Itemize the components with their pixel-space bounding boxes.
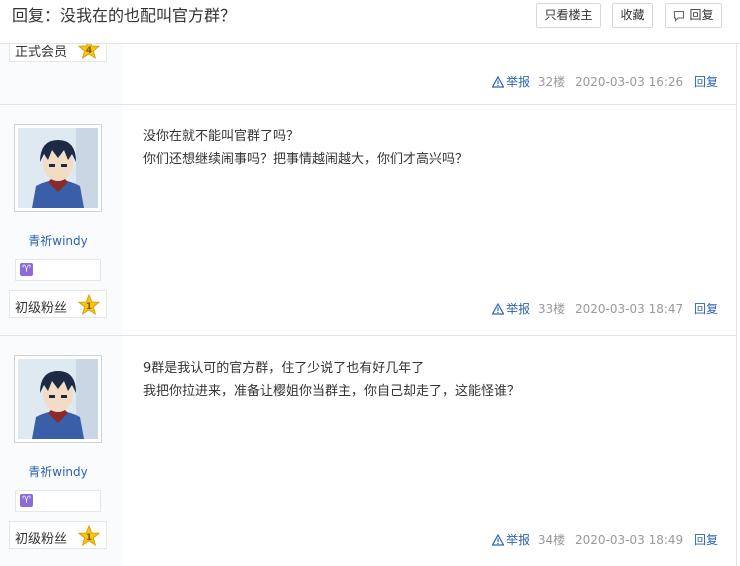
level-number: 4 — [86, 46, 92, 56]
username[interactable]: 青祈windy — [0, 232, 116, 249]
reply-link[interactable]: 回复 — [694, 302, 718, 316]
user-avatar[interactable] — [14, 355, 102, 443]
author-column — [0, 0, 123, 566]
user-icons: ♈ — [15, 259, 101, 281]
post-meta: 举报 34楼 2020-03-03 18:49 回复 — [491, 532, 718, 548]
page-title: 回复：没我在的也配叫官方群？ — [12, 6, 237, 25]
level-number: 1 — [86, 302, 92, 312]
warning-icon — [491, 75, 505, 88]
floor-number: 34楼 — [537, 533, 566, 547]
user-avatar[interactable] — [14, 124, 102, 212]
floor-number: 33楼 — [537, 302, 566, 316]
username[interactable]: 青祈windy — [0, 463, 116, 480]
warning-icon — [491, 302, 505, 315]
reply-button[interactable]: 回复 — [665, 3, 722, 28]
warning-icon — [491, 533, 505, 546]
post-text-line: 我把你拉进来，准备让樱姐你当群主，你自己却走了，这能怪谁？ — [143, 384, 521, 399]
report-link[interactable]: 举报 — [491, 75, 530, 89]
post-time: 2020-03-03 18:49 — [575, 533, 684, 547]
comment-icon — [673, 10, 685, 22]
floor-number: 32楼 — [537, 75, 566, 89]
post-text-line: 你们还想继续闹事吗？把事情越闹越大，你们才高兴吗？ — [143, 152, 469, 167]
level-name: 初级粉丝 — [15, 532, 68, 547]
favorite-button[interactable]: 收藏 — [612, 3, 653, 28]
post-text-line: 9群是我认可的官方群，住了少说了也有好几年了 — [143, 361, 425, 376]
post-meta: 举报 33楼 2020-03-03 18:47 回复 — [491, 301, 718, 317]
reply-link[interactable]: 回复 — [694, 75, 718, 89]
content-border — [736, 0, 737, 566]
avatar-image — [18, 128, 98, 208]
user-icons: ♈ — [15, 490, 101, 512]
post-time: 2020-03-03 18:47 — [575, 302, 684, 316]
thread-header: 回复：没我在的也配叫官方群？ 只看楼主 收藏 回复 — [0, 0, 740, 44]
level-star-icon: 1 — [78, 525, 100, 547]
post-text-line: 没你在就不能叫官群了吗？ — [143, 129, 300, 144]
level-badge[interactable]: 初级粉丝 1 — [9, 290, 107, 318]
zodiac-badge-icon[interactable]: ♈ — [20, 263, 33, 276]
level-number: 1 — [86, 533, 92, 543]
reply-link[interactable]: 回复 — [694, 533, 718, 547]
post-time: 2020-03-03 16:26 — [575, 75, 684, 89]
level-badge[interactable]: 初级粉丝 1 — [9, 521, 107, 549]
reply-button-label: 回复 — [689, 8, 714, 22]
zodiac-badge-icon[interactable]: ♈ — [20, 494, 33, 507]
report-link[interactable]: 举报 — [491, 533, 530, 547]
level-name: 初级粉丝 — [15, 301, 68, 316]
post-divider — [0, 104, 736, 105]
avatar-image — [18, 359, 98, 439]
post-meta: 举报 32楼 2020-03-03 16:26 回复 — [491, 74, 718, 90]
report-link[interactable]: 举报 — [491, 302, 530, 316]
only-op-button[interactable]: 只看楼主 — [536, 3, 601, 28]
level-star-icon: 1 — [78, 294, 100, 316]
post-divider — [0, 335, 736, 336]
